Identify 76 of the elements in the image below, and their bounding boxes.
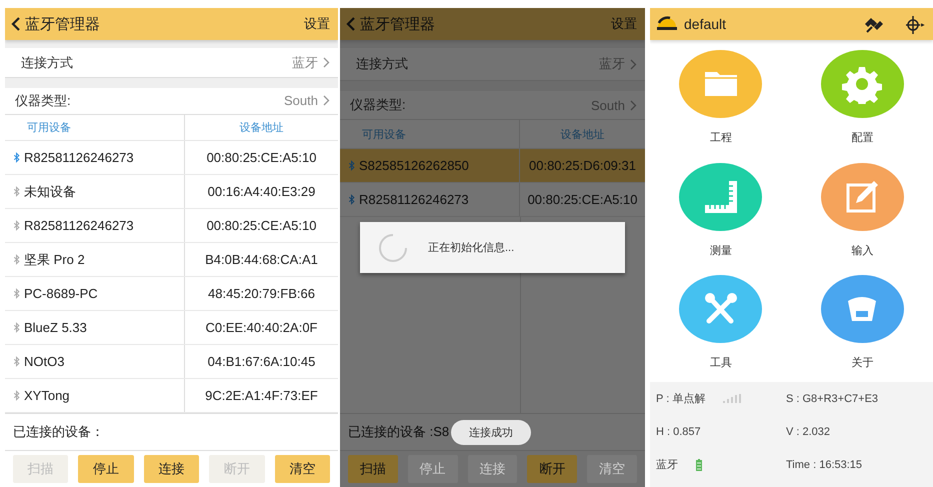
- status-text: 蓝牙: [656, 458, 678, 472]
- status-text: P : 单点解: [656, 392, 706, 406]
- device-row[interactable]: NOtO3 04:B1:67:6A:10:45: [5, 345, 338, 379]
- device-address: 00:80:25:CE:A5:10: [206, 150, 316, 165]
- device-address: 48:45:20:79:FB:66: [208, 286, 315, 301]
- status-text: H : 0.857: [656, 426, 701, 438]
- device-name: BlueZ 5.33: [24, 320, 87, 335]
- settings-link[interactable]: 设置: [304, 15, 330, 33]
- device-name: R82581126246273: [359, 192, 469, 207]
- status-text: V : 2.032: [786, 426, 830, 438]
- device-address: B4:0B:44:68:CA:A1: [205, 252, 318, 267]
- chevron-right-icon: [630, 100, 637, 110]
- action-button[interactable]: 断开: [527, 455, 578, 483]
- device-row[interactable]: R82581126246273 00:80:25:CE:A5:10: [5, 141, 338, 175]
- setting-label: 连接方式: [21, 54, 74, 72]
- device-address: 00:16:A4:40:E3:29: [208, 184, 316, 199]
- column-header: 可用设备: [5, 114, 185, 140]
- device-row[interactable]: R82581126246273 00:80:25:CE:A5:10: [5, 209, 338, 243]
- device-name: 未知设备: [24, 182, 76, 200]
- connected-device-label: 已连接的设备 :S8: [348, 423, 450, 441]
- device-address: 04:B1:67:6A:10:45: [208, 354, 316, 369]
- back-icon[interactable]: [11, 17, 21, 31]
- action-button[interactable]: 扫描: [348, 455, 398, 483]
- device-name: NOtO3: [24, 354, 64, 369]
- device-row[interactable]: 坚果 Pro 2 B4:0B:44:68:CA:A1: [5, 243, 338, 277]
- toast-message: 连接成功: [451, 420, 532, 444]
- setting-value: 蓝牙: [292, 54, 318, 72]
- connected-device-label: 已连接的设备：: [13, 423, 104, 441]
- device-address: 00:80:25:CE:A5:10: [528, 192, 638, 207]
- setting-label: 仪器类型:: [350, 96, 407, 114]
- device-row[interactable]: PC-8689-PC 48:45:20:79:FB:66: [5, 277, 338, 311]
- tile-label: 工程: [710, 131, 732, 145]
- device-name: R82581126246273: [24, 218, 134, 233]
- device-address: C0:EE:40:40:2A:0F: [205, 320, 318, 335]
- chevron-right-icon: [630, 58, 637, 70]
- device-address: 00:80:25:CE:A5:10: [206, 218, 316, 233]
- column-header: 设备地址: [238, 120, 284, 136]
- helmet-icon: [656, 15, 678, 33]
- column-header: 设备地址: [560, 128, 606, 142]
- dialog-message: 正在初始化信息...: [428, 240, 514, 255]
- column-header: 可用设备: [340, 120, 520, 148]
- device-address: 9C:2E:A1:4F:73:EF: [205, 388, 318, 403]
- device-address: 00:80:25:D6:09:31: [529, 158, 636, 173]
- action-button[interactable]: 连接: [144, 455, 200, 483]
- action-button[interactable]: 停止: [78, 455, 134, 483]
- tile-label: 测量: [710, 244, 732, 258]
- tile-label: 配置: [851, 131, 874, 145]
- settings-icon: [842, 64, 882, 104]
- screen-title: 蓝牙管理器: [360, 14, 436, 34]
- setting-label: 连接方式: [356, 55, 409, 73]
- tile-label: 工具: [710, 356, 732, 370]
- battery-icon: [696, 458, 702, 470]
- device-row[interactable]: R82581126246273 00:80:25:CE:A5:10: [340, 183, 645, 217]
- device-name: 坚果 Pro 2: [24, 250, 85, 268]
- settings-row[interactable]: 连接方式 蓝牙: [5, 48, 338, 78]
- device-row[interactable]: BlueZ 5.33 C0:EE:40:40:2A:0F: [5, 311, 338, 345]
- crosshair-icon[interactable]: [903, 13, 925, 35]
- signal-icon: [723, 394, 742, 403]
- project-name: default: [684, 16, 728, 32]
- setting-label: 仪器类型:: [15, 92, 72, 110]
- device-name: R82581126246273: [24, 150, 134, 165]
- chevron-right-icon: [323, 57, 330, 68]
- settings-row[interactable]: 仪器类型: South: [5, 88, 338, 115]
- spinner-icon: [378, 232, 408, 262]
- device-name: S82585126262850: [359, 158, 469, 173]
- device-name: XYTong: [24, 388, 70, 403]
- device-row[interactable]: 未知设备 00:16:A4:40:E3:29: [5, 175, 338, 209]
- setting-value: South: [284, 93, 318, 108]
- status-text: Time : 16:53:15: [786, 458, 862, 470]
- device-name: PC-8689-PC: [24, 286, 98, 301]
- action-button[interactable]: 清空: [274, 455, 330, 483]
- tile-label: 关于: [851, 356, 874, 370]
- chevron-right-icon: [323, 95, 330, 106]
- screen-title: 蓝牙管理器: [25, 14, 101, 34]
- tile-label: 输入: [851, 244, 874, 258]
- status-text: S : G8+R3+C7+E3: [786, 392, 878, 404]
